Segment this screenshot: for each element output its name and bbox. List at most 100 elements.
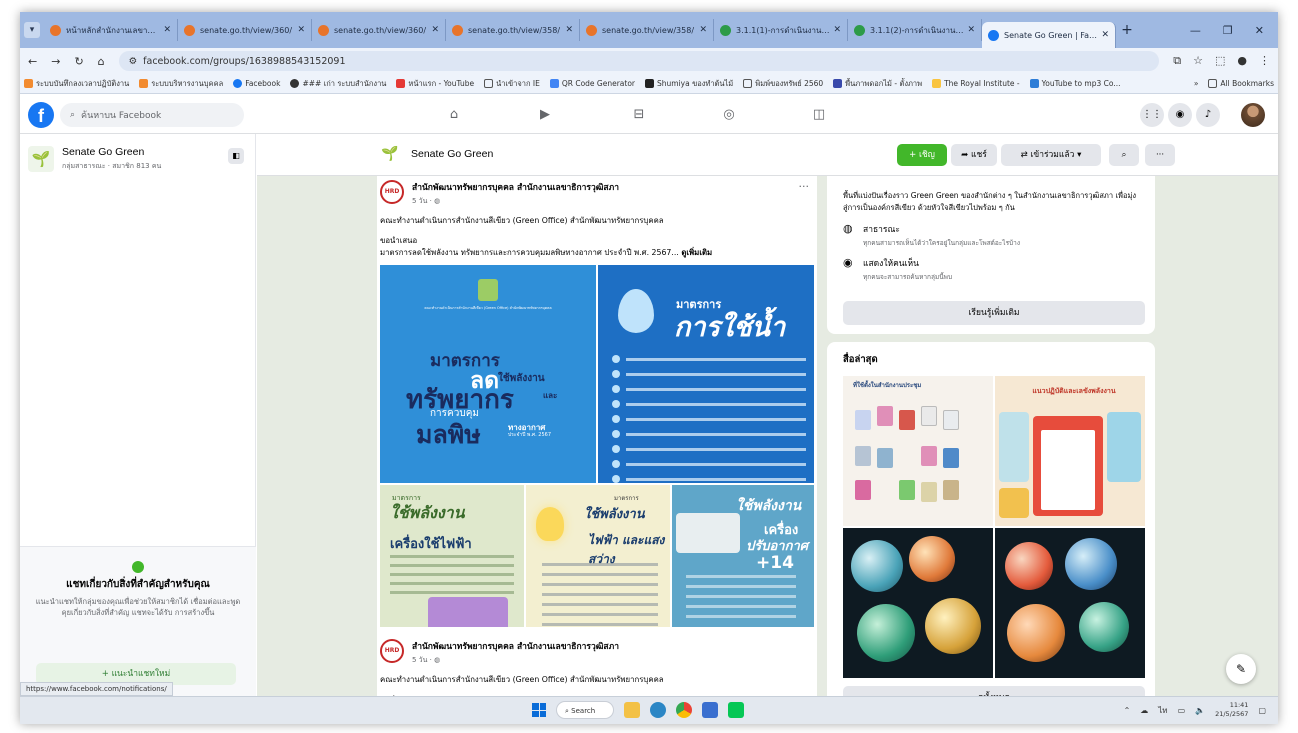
post-image-electrical-appliances[interactable]: มาตรการ ใช้พลังงาน เครื่องใช้ไฟฟ้า [380, 485, 524, 627]
groups-nav-icon[interactable]: ◎ [720, 106, 738, 124]
menu-kebab-icon[interactable]: ⋮ [1259, 54, 1270, 68]
close-tab-icon[interactable]: ✕ [1101, 30, 1109, 40]
recent-media-card: สื่อล่าสุด ที่ใช้ตั้งในสำนักงานประชุม แน… [827, 342, 1155, 710]
show-hidden-icons[interactable]: ⌃ [1124, 706, 1131, 715]
url-field[interactable]: ⚙ facebook.com/groups/1638988543152091 [118, 51, 1160, 71]
forward-arrow-icon[interactable]: → [51, 55, 60, 68]
share-button[interactable]: ➦ แชร์ [951, 144, 997, 166]
windows-start-icon[interactable] [532, 703, 546, 717]
author-avatar[interactable]: HRD [380, 180, 404, 204]
gaming-nav-icon[interactable]: ◫ [810, 106, 828, 124]
more-options-icon[interactable]: ··· [1145, 144, 1175, 166]
post-options-icon[interactable]: ··· [799, 180, 810, 193]
menu-grid-icon[interactable]: ⋮⋮ [1140, 103, 1164, 127]
extensions-icon[interactable]: ⬚ [1215, 54, 1225, 68]
outlook-icon[interactable] [702, 702, 718, 718]
facebook-logo[interactable]: f [28, 102, 54, 128]
bookmark-item[interactable]: พื้นภาพดอกไม้ - ตั้งภาพ [833, 78, 922, 90]
close-window-icon[interactable]: ✕ [1255, 24, 1264, 37]
browser-tab[interactable]: senate.go.th/view/358/✕ [446, 19, 580, 41]
group-summary[interactable]: 🌱 Senate Go Green กลุ่มสาธารณะ · สมาชิก … [28, 146, 161, 172]
see-more-link[interactable]: ดูเพิ่มเติม [681, 248, 712, 257]
volume-icon[interactable]: 🔈 [1195, 706, 1205, 715]
bookmark-item[interactable]: QR Code Generator [549, 79, 635, 88]
bookmark-item[interactable]: Shumiya ของทำต้นไม้ [645, 78, 733, 90]
reload-icon[interactable]: ↻ [74, 55, 83, 68]
close-tab-icon[interactable]: ✕ [699, 25, 707, 35]
post-author[interactable]: สำนักพัฒนาทรัพยากรบุคคล สำนักงานเลขาธิกา… [412, 180, 619, 194]
back-arrow-icon[interactable]: ← [28, 55, 37, 68]
bookmark-item[interactable]: The Royal Institute - [932, 79, 1020, 88]
close-tab-icon[interactable]: ✕ [967, 25, 975, 35]
profile-avatar[interactable] [1241, 103, 1265, 127]
clock[interactable]: 11:41 21/5/2567 [1215, 701, 1248, 719]
post-author[interactable]: สำนักพัฒนาทรัพยากรบุคคล สำนักงานเลขาธิกา… [412, 639, 619, 653]
close-tab-icon[interactable]: ✕ [431, 25, 439, 35]
media-thumbnail[interactable] [843, 528, 993, 678]
close-tab-icon[interactable]: ✕ [163, 25, 171, 35]
line-icon[interactable] [728, 702, 744, 718]
post-image-lighting[interactable]: มาตรการ ใช้พลังงาน ไฟฟ้า และแสงสว่าง [526, 485, 670, 627]
browser-tab[interactable]: หน้าหลักสำนักงานเลขาธิการ ✕ [44, 19, 178, 41]
browser-tab[interactable]: 3.1.1(1)-การดำเนินงานตามแผน✕ [714, 19, 848, 41]
messenger-icon[interactable]: ◉ [1168, 103, 1192, 127]
bookmark-item[interactable]: หน้าแรก - YouTube [396, 78, 474, 90]
file-explorer-icon[interactable] [624, 702, 640, 718]
browser-tab[interactable]: 3.1.1(2)-การดำเนินงานตามแผน✕ [848, 19, 982, 41]
video-nav-icon[interactable]: ▶ [536, 106, 554, 124]
bookmark-item[interactable]: นำเข้าจาก IE [484, 78, 540, 90]
media-thumbnail[interactable]: แนวปฏิบัติและเลขังพลังงาน [995, 376, 1145, 526]
learn-more-button[interactable]: เรียนรู้เพิ่มเติม [843, 301, 1145, 325]
post-time[interactable]: 5 วัน · ◍ [412, 655, 619, 666]
home-icon[interactable]: ⌂ [98, 55, 105, 68]
author-avatar[interactable]: HRD [380, 639, 404, 663]
home-nav-icon[interactable]: ⌂ [445, 106, 463, 124]
install-icon[interactable]: ⧉ [1173, 54, 1181, 68]
facebook-search-input[interactable]: ⌕ ค้นหาบน Facebook [60, 103, 244, 127]
new-message-edit-icon[interactable]: ✎ [1226, 654, 1256, 684]
close-tab-icon[interactable]: ✕ [565, 25, 573, 35]
bookmark-star-icon[interactable]: ☆ [1193, 54, 1203, 68]
bookmark-item[interactable]: ระบบบันทึกลงเวลาปฏิบัติงาน [24, 78, 129, 90]
post-image-energy-measures[interactable]: คณะทำงานดำเนินการสำนักงานสีเขียว (Green … [380, 265, 596, 483]
notifications-bell-icon[interactable]: ♪ [1196, 103, 1220, 127]
invite-button[interactable]: + เชิญ [897, 144, 947, 166]
post-image-air-conditioner[interactable]: ใช้พลังงาน เครื่อง ปรับอากาศ +14 [672, 485, 814, 627]
bookmark-item[interactable]: Facebook [233, 79, 280, 88]
onedrive-icon[interactable]: ☁ [1140, 706, 1148, 715]
browser-tab[interactable]: senate.go.th/view/358/✕ [580, 19, 714, 41]
close-tab-icon[interactable]: ✕ [833, 25, 841, 35]
edge-icon[interactable] [650, 702, 666, 718]
collapse-sidebar-icon[interactable]: ◧ [228, 148, 244, 164]
close-tab-icon[interactable]: ✕ [297, 25, 305, 35]
post-time[interactable]: 5 วัน · ◍ [412, 196, 619, 207]
post-image-water-measures[interactable]: มาตรการ การใช้น้ำ [598, 265, 814, 483]
notification-center-icon[interactable]: ▢ [1258, 706, 1266, 715]
chrome-icon[interactable] [676, 702, 692, 718]
bookmark-item[interactable]: YouTube to mp3 Co... [1029, 79, 1121, 88]
restore-icon[interactable]: ❐ [1223, 24, 1233, 37]
marketplace-nav-icon[interactable]: ⊟ [630, 106, 648, 124]
site-info-icon[interactable]: ⚙ [129, 56, 138, 67]
language-icon[interactable]: ไท [1158, 704, 1167, 717]
media-thumbnail[interactable]: ที่ใช้ตั้งในสำนักงานประชุม [843, 376, 993, 526]
joined-dropdown-button[interactable]: ⇄ เข้าร่วมแล้ว ▾ [1001, 144, 1101, 166]
more-bookmarks-icon[interactable]: » [1194, 79, 1199, 88]
bookmark-item[interactable]: ระบบบริหารงานบุคคล [139, 78, 223, 90]
minimize-icon[interactable]: — [1190, 24, 1201, 37]
profile-icon[interactable]: ● [1237, 54, 1247, 68]
taskbar-search[interactable]: ⌕ Search [556, 701, 614, 719]
media-thumbnail[interactable] [995, 528, 1145, 678]
search-group-icon[interactable]: ⌕ [1109, 144, 1139, 166]
browser-tab[interactable]: senate.go.th/view/360/✕ [178, 19, 312, 41]
facebook-top-nav: f ⌕ ค้นหาบน Facebook ⌂ ▶ ⊟ ◎ ◫ ⋮⋮ ◉ ♪ [20, 94, 1278, 134]
browser-tab[interactable]: senate.go.th/view/360/✕ [312, 19, 446, 41]
tab-search-button[interactable]: ▾ [24, 22, 40, 38]
group-description: พื้นที่แบ่งปันเรื่องราว Green Green ของส… [843, 191, 1137, 212]
browser-tab-active[interactable]: Senate Go Green | Facebook✕ [982, 22, 1116, 48]
bookmark-item[interactable]: ### เก่า ระบบสำนักงาน [290, 78, 386, 90]
bookmark-item[interactable]: พิมพ์ของทรัพย์ 2560 [743, 78, 823, 90]
new-tab-button[interactable]: + [1116, 22, 1138, 38]
network-icon[interactable]: ▭ [1178, 706, 1186, 715]
all-bookmarks-folder[interactable]: All Bookmarks [1208, 79, 1274, 88]
